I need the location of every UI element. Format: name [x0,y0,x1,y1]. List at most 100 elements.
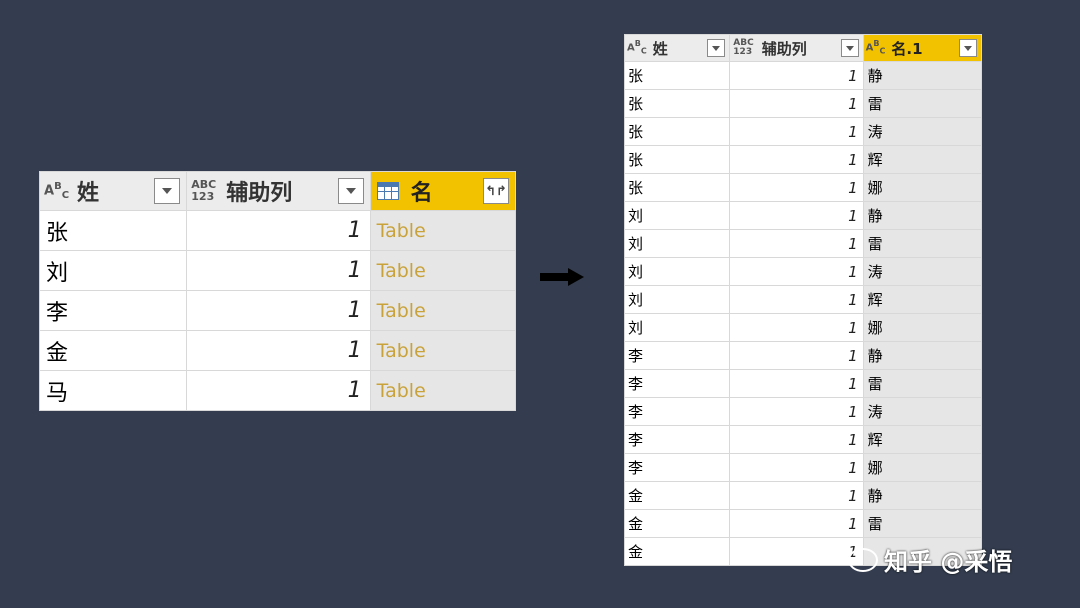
cell-name[interactable]: 辉 [862,425,983,454]
table-row: 刘1娜 [623,313,983,342]
cell-surname[interactable]: 李 [623,453,731,482]
cell-surname[interactable]: 马 [38,370,188,411]
cell-surname[interactable]: 刘 [623,229,731,258]
chevron-down-icon [845,45,854,51]
cell-surname[interactable]: 张 [623,145,731,174]
cell-surname[interactable]: 金 [623,509,731,538]
column-header-helper[interactable]: ABC 123 辅助列 [729,34,864,62]
cell-surname[interactable]: 李 [38,290,188,331]
table-row: 马 1 Table [38,370,517,411]
cell-surname[interactable]: 李 [623,397,731,426]
table-row: 刘1雷 [623,229,983,258]
filter-dropdown-button[interactable] [707,39,726,57]
cell-table-link[interactable]: Table [369,250,517,291]
text-type-icon[interactable]: ABC [627,40,647,55]
cell-helper[interactable]: 1 [186,210,371,251]
cell-name[interactable]: 静 [862,481,983,510]
cell-table-link[interactable]: Table [369,210,517,251]
cell-surname[interactable]: 金 [623,481,731,510]
cell-surname[interactable]: 李 [623,369,731,398]
any-type-icon[interactable]: ABC 123 [733,39,753,57]
cell-helper[interactable]: 1 [729,257,864,286]
cell-helper[interactable]: 1 [729,425,864,454]
cell-name[interactable]: 静 [862,341,983,370]
cell-helper[interactable]: 1 [729,537,864,566]
chevron-down-icon [964,45,972,51]
cell-name[interactable]: 娜 [862,313,983,342]
chevron-down-icon [162,188,173,194]
table-row: 刘 1 Table [38,250,517,291]
filter-dropdown-button[interactable] [154,178,181,204]
cell-surname[interactable]: 刘 [623,201,731,230]
filter-dropdown-button[interactable] [337,178,364,204]
cell-table-link[interactable]: Table [369,370,517,411]
column-header-name-1[interactable]: ABC 名.1 [862,34,983,62]
cell-surname[interactable]: 刘 [623,285,731,314]
cell-name[interactable]: 雷 [862,229,983,258]
cell-surname[interactable]: 张 [623,117,731,146]
cell-name[interactable]: 辉 [862,145,983,174]
column-header-label: 辅助列 [226,181,293,206]
filter-dropdown-button[interactable] [840,39,859,57]
cell-name[interactable]: 娜 [862,453,983,482]
cell-name[interactable]: 静 [862,201,983,230]
column-header-helper[interactable]: ABC 123 辅助列 [186,171,371,211]
arrow-head [568,268,584,286]
cell-surname[interactable]: 张 [623,89,731,118]
column-header-surname[interactable]: ABC 姓 [38,171,188,211]
table-row: 金1静 [623,481,983,510]
cell-helper[interactable]: 1 [729,341,864,370]
cell-surname[interactable]: 刘 [623,313,731,342]
cell-helper[interactable]: 1 [729,397,864,426]
text-type-icon[interactable]: ABC [44,181,69,201]
cell-surname[interactable]: 刘 [623,257,731,286]
cell-name[interactable]: 娜 [862,173,983,202]
cell-surname[interactable]: 金 [623,537,731,566]
cell-name[interactable]: 雷 [862,509,983,538]
cell-name[interactable]: 雷 [862,369,983,398]
cell-helper[interactable]: 1 [729,61,864,90]
cell-name[interactable]: 静 [862,61,983,90]
cell-surname[interactable]: 张 [623,173,731,202]
table-row: 李1涛 [623,397,983,426]
cell-surname[interactable]: 张 [38,210,188,251]
cell-helper[interactable]: 1 [186,330,371,371]
cell-helper[interactable]: 1 [186,290,371,331]
cell-surname[interactable]: 刘 [38,250,188,291]
cell-surname[interactable]: 金 [38,330,188,371]
cell-name[interactable]: 涛 [862,257,983,286]
cell-helper[interactable]: 1 [729,117,864,146]
cell-helper[interactable]: 1 [729,313,864,342]
cell-helper[interactable]: 1 [729,145,864,174]
cell-helper[interactable]: 1 [729,229,864,258]
cell-name[interactable]: 涛 [862,117,983,146]
table-row: 张1辉 [623,145,983,174]
column-header-name[interactable]: 名 ↰↱ [369,171,517,211]
table-row: 张1涛 [623,117,983,146]
cell-table-link[interactable]: Table [369,290,517,331]
expand-column-button[interactable]: ↰↱ [483,178,509,204]
wechat-logo-icon [848,547,878,572]
cell-name[interactable]: 涛 [862,397,983,426]
cell-helper[interactable]: 1 [186,370,371,411]
any-type-icon[interactable]: ABC 123 [191,179,216,203]
cell-helper[interactable]: 1 [729,285,864,314]
filter-dropdown-button[interactable] [959,39,977,57]
cell-helper[interactable]: 1 [729,173,864,202]
cell-table-link[interactable]: Table [369,330,517,371]
cell-helper[interactable]: 1 [729,453,864,482]
cell-helper[interactable]: 1 [186,250,371,291]
cell-surname[interactable]: 李 [623,425,731,454]
cell-name[interactable]: 雷 [862,89,983,118]
table-type-icon[interactable] [376,182,399,200]
text-type-icon[interactable]: ABC [866,40,886,55]
cell-surname[interactable]: 李 [623,341,731,370]
cell-helper[interactable]: 1 [729,509,864,538]
cell-surname[interactable]: 张 [623,61,731,90]
cell-helper[interactable]: 1 [729,481,864,510]
cell-helper[interactable]: 1 [729,89,864,118]
cell-helper[interactable]: 1 [729,369,864,398]
cell-helper[interactable]: 1 [729,201,864,230]
column-header-surname[interactable]: ABC 姓 [623,34,731,62]
cell-name[interactable]: 辉 [862,285,983,314]
